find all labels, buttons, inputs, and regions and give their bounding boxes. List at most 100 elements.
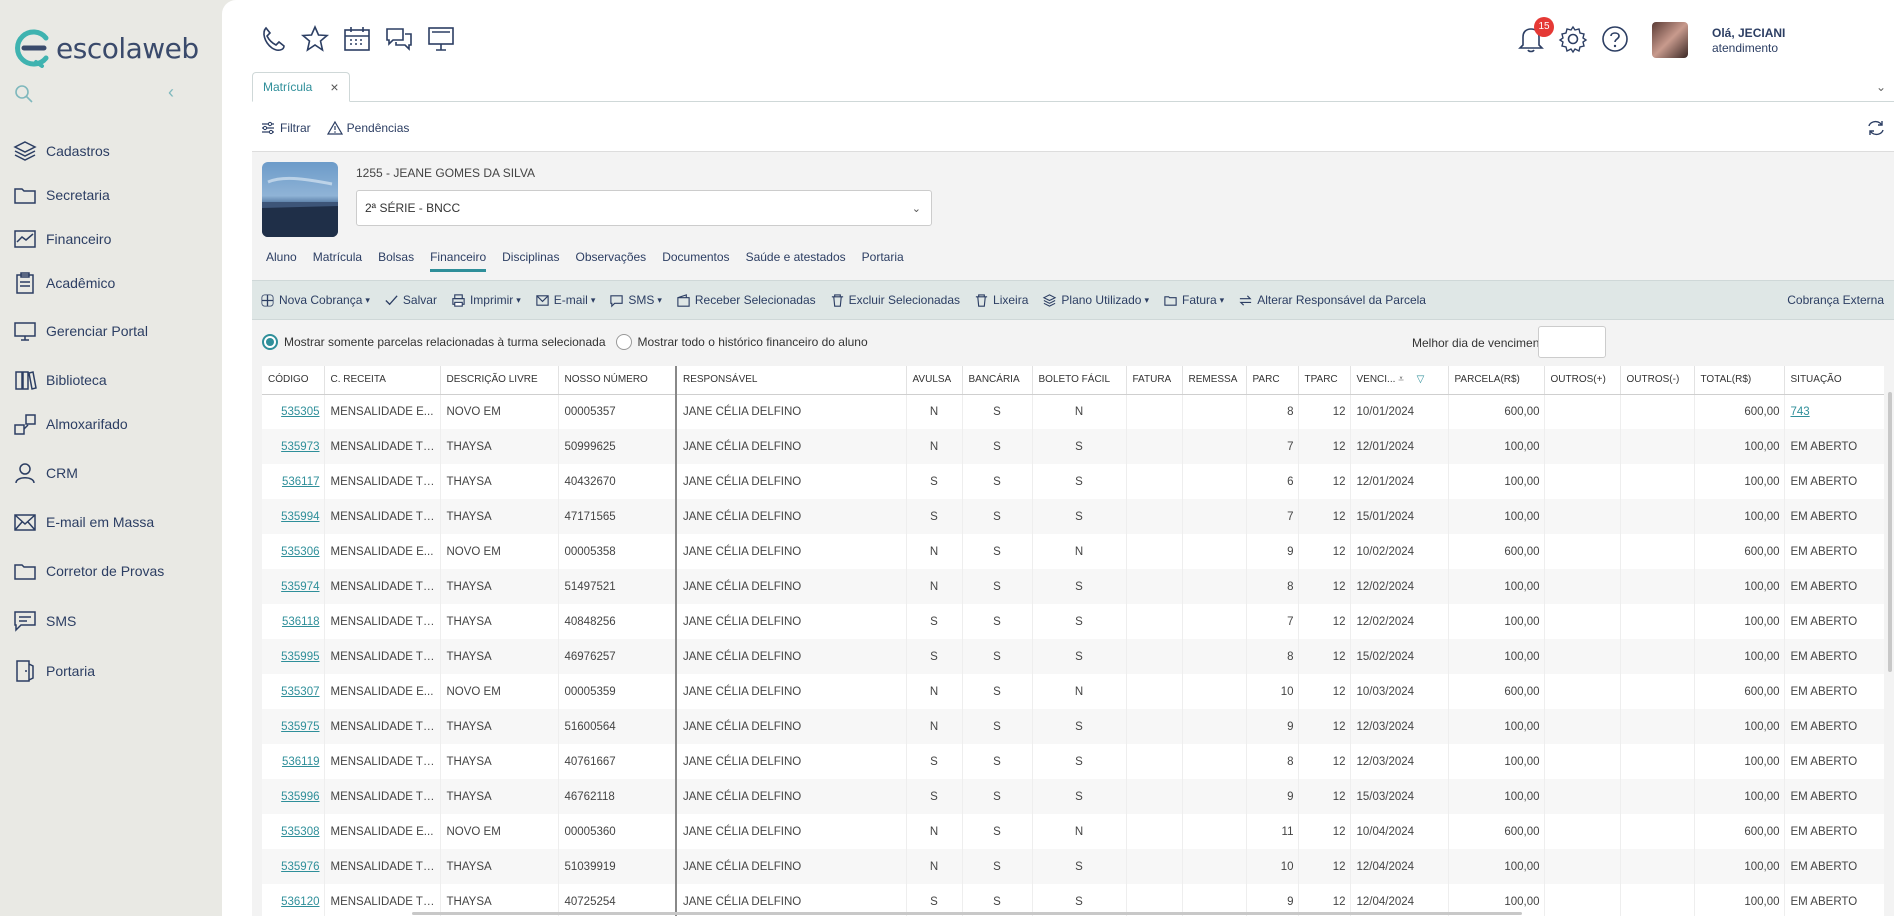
new-charge-button[interactable]: Nova Cobrança ▾: [260, 293, 370, 308]
tab-saude[interactable]: Saúde e atestados: [746, 244, 846, 272]
sidebar-item-sms[interactable]: SMS: [12, 608, 76, 634]
col-header[interactable]: NOSSO NÚMERO: [558, 366, 677, 395]
horizontal-scrollbar[interactable]: [412, 912, 1522, 915]
col-header[interactable]: PARCELA(R$): [1448, 366, 1545, 395]
table-row[interactable]: 535306 MENSALIDADE E... NOVO EM 00005358 JAN…: [262, 534, 1884, 569]
tab-matricula[interactable]: Matrícula ×: [252, 72, 350, 102]
radio-full-history[interactable]: Mostrar todo o histórico financeiro do a…: [615, 334, 868, 350]
email-button[interactable]: E-mail ▾: [535, 293, 595, 308]
table-row[interactable]: 536118 MENSALIDADE TES... THAYSA 40848256 JA…: [262, 604, 1884, 639]
filter-icon[interactable]: ▽: [1417, 374, 1425, 385]
row-code-link[interactable]: 536119: [262, 744, 325, 779]
avatar[interactable]: [1652, 22, 1688, 58]
sidebar-item-academico[interactable]: Acadêmico: [12, 270, 115, 296]
help-icon[interactable]: [1600, 24, 1630, 54]
brand-logo[interactable]: escolaweb: [12, 28, 199, 68]
row-code-link[interactable]: 535975: [262, 709, 325, 744]
row-code-link[interactable]: 535974: [262, 569, 325, 604]
sidebar-item-secretaria[interactable]: Secretaria: [12, 182, 110, 208]
tab-documentos[interactable]: Documentos: [662, 244, 729, 272]
row-code-link[interactable]: 535995: [262, 639, 325, 674]
table-row[interactable]: 535995 MENSALIDADE TES... THAYSA 46976257 JA…: [262, 639, 1884, 674]
table-row[interactable]: 535307 MENSALIDADE E... NOVO EM 00005359 JAN…: [262, 674, 1884, 709]
external-charge-button[interactable]: Cobrança Externa: [1787, 293, 1884, 307]
class-select[interactable]: 2ª SÉRIE - BNCC ⌄: [356, 190, 932, 226]
col-header[interactable]: TOTAL(R$): [1694, 366, 1785, 395]
row-code-link[interactable]: 535305: [262, 394, 325, 429]
tab-bolsas[interactable]: Bolsas: [378, 244, 414, 272]
refresh-icon[interactable]: [1866, 118, 1886, 138]
col-header[interactable]: TPARC: [1298, 366, 1351, 395]
row-code-link[interactable]: 536117: [262, 464, 325, 499]
table-row[interactable]: 535305 MENSALIDADE E... NOVO EM 00005357 JAN…: [262, 394, 1884, 429]
tab-matricula[interactable]: Matrícula: [313, 244, 362, 272]
chevron-down-icon[interactable]: ⌄: [1876, 80, 1886, 94]
col-header[interactable]: C. RECEITA: [324, 366, 441, 395]
invoice-button[interactable]: Fatura ▾: [1163, 293, 1224, 308]
print-button[interactable]: Imprimir ▾: [451, 293, 521, 308]
table-row[interactable]: 536117 MENSALIDADE TES... THAYSA 40432670 JA…: [262, 464, 1884, 499]
star-icon[interactable]: [300, 24, 330, 54]
table-row[interactable]: 535308 MENSALIDADE E... NOVO EM 00005360 JAN…: [262, 814, 1884, 849]
tab-portaria[interactable]: Portaria: [862, 244, 904, 272]
sms-button[interactable]: SMS ▾: [609, 293, 662, 308]
sidebar-item-corretor-de-provas[interactable]: Corretor de Provas: [12, 558, 164, 584]
trash-bin-button[interactable]: Lixeira: [974, 293, 1028, 308]
filter-button[interactable]: Filtrar: [260, 120, 311, 136]
best-day-input[interactable]: [1538, 326, 1606, 358]
table-row[interactable]: 535996 MENSALIDADE TES... THAYSA 46762118 JA…: [262, 779, 1884, 814]
collapse-sidebar-icon[interactable]: ‹: [168, 82, 174, 103]
row-code-link[interactable]: 535996: [262, 779, 325, 814]
gear-icon[interactable]: [1558, 24, 1588, 54]
vertical-scrollbar[interactable]: [1888, 392, 1892, 672]
sidebar-item-almoxarifado[interactable]: Almoxarifado: [12, 411, 128, 437]
phone-icon[interactable]: [258, 24, 288, 54]
receive-selected-button[interactable]: Receber Selecionadas: [676, 293, 816, 308]
col-header[interactable]: FATURA: [1126, 366, 1183, 395]
chat-icon[interactable]: [384, 24, 414, 54]
row-code-link[interactable]: 535307: [262, 674, 325, 709]
row-code-link[interactable]: 535306: [262, 534, 325, 569]
delete-selected-button[interactable]: Excluir Selecionadas: [830, 293, 960, 308]
col-header[interactable]: BANCÁRIA: [962, 366, 1033, 395]
pending-button[interactable]: Pendências: [326, 120, 409, 136]
col-header[interactable]: DESCRIÇÃO LIVRE: [440, 366, 559, 395]
table-row[interactable]: 535974 MENSALIDADE TES... THAYSA 51497521 JA…: [262, 569, 1884, 604]
calendar-icon[interactable]: [342, 24, 372, 54]
col-header[interactable]: AVULSA: [906, 366, 963, 395]
tab-financeiro[interactable]: Financeiro: [430, 244, 487, 272]
col-header[interactable]: REMESSA: [1182, 366, 1247, 395]
table-row[interactable]: 535975 MENSALIDADE TES... THAYSA 51600564 JA…: [262, 709, 1884, 744]
sidebar-item-email-em-massa[interactable]: E-mail em Massa: [12, 509, 154, 535]
col-header-vencimento[interactable]: VENCI... ⩡ ▽: [1350, 366, 1449, 395]
col-header[interactable]: OUTROS(+): [1544, 366, 1621, 395]
col-header[interactable]: OUTROS(-): [1620, 366, 1695, 395]
tab-observacoes[interactable]: Observações: [575, 244, 646, 272]
table-row[interactable]: 536119 MENSALIDADE TES... THAYSA 40761667 JA…: [262, 744, 1884, 779]
row-code-link[interactable]: 536120: [262, 884, 325, 916]
row-code-link[interactable]: 535308: [262, 814, 325, 849]
sidebar-item-cadastros[interactable]: Cadastros: [12, 138, 110, 164]
plan-used-button[interactable]: Plano Utilizado ▾: [1042, 293, 1149, 308]
save-button[interactable]: Salvar: [384, 293, 437, 308]
row-code-link[interactable]: 536118: [262, 604, 325, 639]
table-row[interactable]: 535973 MENSALIDADE TES... THAYSA 50999625 JA…: [262, 429, 1884, 464]
col-header[interactable]: PARC: [1246, 366, 1299, 395]
tab-aluno[interactable]: Aluno: [266, 244, 297, 272]
monitor-icon[interactable]: [426, 24, 456, 54]
radio-related-installments[interactable]: Mostrar somente parcelas relacionadas à …: [262, 334, 606, 350]
sidebar-item-financeiro[interactable]: Financeiro: [12, 226, 111, 252]
sidebar-item-portaria[interactable]: Portaria: [12, 658, 95, 684]
tab-disciplinas[interactable]: Disciplinas: [502, 244, 559, 272]
col-header[interactable]: RESPONSÁVEL: [676, 366, 907, 395]
col-header[interactable]: CÓDIGO: [262, 366, 325, 395]
table-row[interactable]: 535976 MENSALIDADE TES... THAYSA 51039919 JA…: [262, 849, 1884, 884]
row-code-link[interactable]: 535976: [262, 849, 325, 884]
sort-icon[interactable]: ⩡: [1398, 374, 1404, 385]
search-icon[interactable]: [14, 84, 34, 104]
close-icon[interactable]: ×: [330, 79, 338, 95]
row-code-link[interactable]: 535994: [262, 499, 325, 534]
sidebar-item-biblioteca[interactable]: Biblioteca: [12, 367, 107, 393]
col-header[interactable]: BOLETO FÁCIL: [1032, 366, 1127, 395]
col-header[interactable]: SITUAÇÃO: [1784, 366, 1884, 395]
